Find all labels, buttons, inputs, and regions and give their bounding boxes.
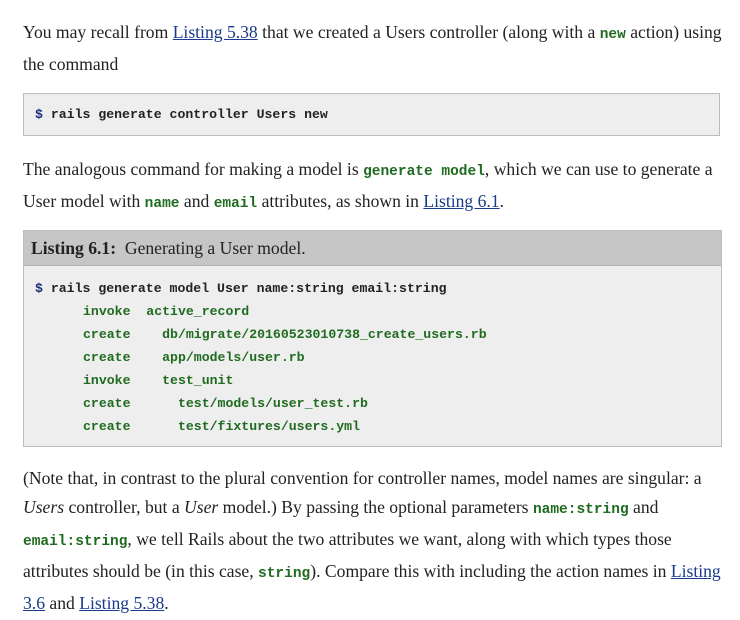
command-line: $ rails generate controller Users new	[35, 107, 328, 122]
text: controller, but a	[64, 497, 185, 517]
command-text: rails generate model User name:string em…	[42, 281, 447, 296]
intro-paragraph: You may recall from Listing 5.38 that we…	[23, 18, 723, 79]
command-text: rails generate controller Users new	[42, 107, 328, 122]
text: .	[164, 593, 169, 613]
command-code-block: $ rails generate controller Users new	[23, 93, 720, 136]
generator-output-line: create app/models/user.rb	[83, 350, 305, 365]
model-command-paragraph: The analogous command for making a model…	[23, 155, 723, 219]
text: (Note that, in contrast to the plural co…	[23, 468, 702, 488]
inline-code-email: email	[213, 196, 258, 212]
listing-label: Listing 6.1:	[31, 238, 117, 258]
page: You may recall from Listing 5.38 that we…	[0, 0, 740, 620]
inline-code-email-string: email:string	[23, 534, 128, 550]
generator-output-line: create db/migrate/20160523010738_create_…	[83, 327, 487, 342]
listing-6-1-link[interactable]: Listing 6.1	[423, 191, 499, 211]
inline-code-new: new	[599, 27, 626, 43]
listing-5-38-link[interactable]: Listing 5.38	[173, 22, 258, 42]
text: You may recall from	[23, 22, 173, 42]
inline-code-name-string: name:string	[532, 502, 629, 518]
text: The analogous command for making a model…	[23, 159, 364, 179]
shell-prompt: $	[35, 281, 43, 296]
inline-code-generate-model: generate model	[363, 164, 485, 180]
shell-prompt: $	[35, 107, 43, 122]
text: that we created a Users controller (alon…	[257, 22, 600, 42]
emphasis-user: User	[184, 497, 219, 517]
text: and	[179, 191, 214, 211]
generator-output-line: invoke active_record	[83, 304, 250, 319]
emphasis-users: Users	[23, 497, 65, 517]
text: model.) By passing the optional paramete…	[218, 497, 533, 517]
generator-output-line: create test/models/user_test.rb	[83, 396, 368, 411]
listing-command-line: $ rails generate model User name:string …	[35, 281, 447, 296]
text: ). Compare this with including the actio…	[310, 561, 671, 581]
listing-6-1-block: Listing 6.1: Generating a User model. $ …	[23, 230, 722, 447]
inline-code-string: string	[258, 566, 311, 582]
text: .	[499, 191, 505, 211]
listing-header: Listing 6.1: Generating a User model.	[24, 231, 721, 266]
text: attributes, as shown in	[257, 191, 424, 211]
generator-output-line: create test/fixtures/users.yml	[83, 419, 360, 434]
listing-caption: Generating a User model.	[124, 238, 306, 258]
text: and	[45, 593, 80, 613]
text: and	[628, 497, 659, 517]
note-paragraph: (Note that, in contrast to the plural co…	[23, 464, 723, 618]
generator-output-line: invoke test_unit	[83, 373, 234, 388]
listing-5-38-link[interactable]: Listing 5.38	[79, 593, 164, 613]
inline-code-name: name	[144, 196, 180, 212]
